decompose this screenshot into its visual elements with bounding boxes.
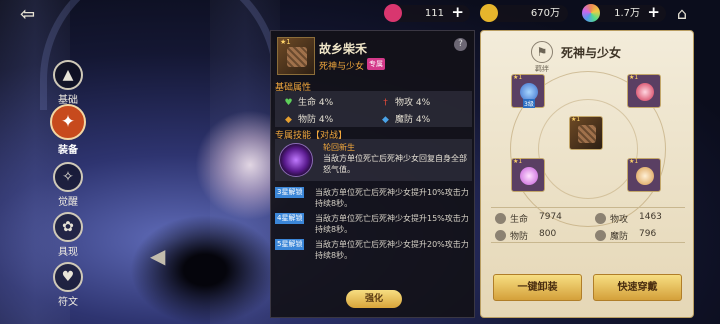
stat-patk: 物攻 1463 [595,212,662,225]
character-name: 死神与少女 [561,46,622,60]
shadow-figure [130,215,280,324]
hp-icon [495,213,506,224]
resource-crystal: 1.7万 + [582,4,666,22]
equip-slot-exclusive[interactable]: ★1 [569,116,603,150]
stat-mdef: 魔防 796 [595,229,656,242]
resource-gold: 670万 [480,4,568,22]
item-owner: 死神与少女 [319,62,365,72]
unlock-tag: 3星解锁 [275,187,305,198]
attr-pdef: ◆ 物防 4% [283,112,333,125]
stats-block: 生命 7974 物攻 1463 物防 800 魔防 796 [491,207,685,243]
heart-icon: ♥ [284,98,293,108]
attr-hp: ♥ 生命 4% [284,98,334,108]
star-icon: ★1 [629,158,639,165]
menu-awaken[interactable]: ✧ 觉醒 [42,162,94,210]
equip-slot-weapon[interactable]: ★1 3级 [511,74,545,108]
attr-patk: † 物攻 4% [380,95,430,108]
star-icon: ★1 [629,74,639,81]
skill-box: 轮回新生 当敌方单位死亡后死神少女回复自身全部怒气值。 [275,139,472,181]
equip-slot-boots[interactable]: ★1 [627,158,661,192]
unlock-tag: 4星解锁 [275,213,305,224]
star-icon: ★1 [571,116,581,123]
unlock-tag: 5星解锁 [275,239,305,250]
skill-description: 当敌方单位死亡后死神少女回复自身全部怒气值。 [323,154,467,174]
star-icon: ★1 [513,158,523,165]
help-icon[interactable]: ? [454,38,467,51]
firewood-icon [578,125,596,143]
star-icon: ★1 [513,74,523,81]
menu-manifest[interactable]: ✿ 具现 [42,212,94,260]
shield-icon: ◆ [285,115,292,125]
unlock-5star: 5星解锁 当敌方单位死亡后死神少女提升20%攻击力持续8秒。 [275,239,469,260]
add-crystal-button[interactable]: + [647,4,660,21]
item-thumbnail: ★1 [277,37,315,75]
awaken-icon: ✧ [53,162,83,192]
prev-character-arrow[interactable]: ◀ [150,244,165,268]
triangle-icon: ▲ [53,60,83,90]
star-icon: ★1 [280,38,291,46]
sword-icon: † [383,98,388,108]
equipment-panel: ⚑ 羁绊 死神与少女 ★1 3级 ★1 ★1 ★1 ★1 生命 7974 物攻 14… [480,30,694,318]
equip-slot-armor[interactable]: ★1 [627,74,661,108]
skill-icon [279,143,313,177]
crystal-icon [582,4,600,22]
menu-basic[interactable]: ▲ 基础 [42,60,94,108]
add-gem-button[interactable]: + [451,4,464,21]
rune-icon: ♥ [53,262,83,292]
skill-name: 轮回新生 [323,143,355,152]
basic-attr-box: ♥ 生命 4% † 物攻 4% ◆ 物防 4% ◆ 魔防 4% [275,91,472,127]
equipment-icon: ✦ [50,104,86,140]
item-name: 故乡柴禾 [319,42,368,56]
armor-icon [636,83,654,101]
menu-equipment[interactable]: ✦ 装备 [42,104,94,156]
attr-mdef: ◆ 魔防 4% [380,112,430,125]
boots-icon [636,167,654,185]
stat-hp: 生命 7974 [495,212,562,225]
magic-defense-icon [595,230,606,241]
unlock-4star: 4星解锁 当敌方单位死亡后死神少女提升15%攻击力持续8秒。 [275,213,469,234]
unequip-all-button[interactable]: 一键卸装 [493,274,582,301]
defense-icon [495,230,506,241]
unlock-3star: 3星解锁 当敌方单位死亡后死神少女提升10%攻击力持续8秒。 [275,187,469,208]
strengthen-button[interactable]: 强化 [346,290,402,308]
menu-rune[interactable]: ♥ 符文 [42,262,94,310]
attack-icon [595,213,606,224]
stat-pdef: 物防 800 [495,229,556,242]
back-button[interactable]: ⇦ [20,3,56,27]
equip-slot-ring[interactable]: ★1 [511,158,545,192]
item-detail-panel: ★1 故乡柴禾 死神与少女 专属 ? 基础属性 ♥ 生命 4% † 物攻 4% ◆ 物… [270,30,475,318]
magic-shield-icon: ◆ [382,115,389,125]
gem-icon [384,4,402,22]
quick-equip-button[interactable]: 快速穿戴 [593,274,682,301]
ring-icon [520,167,538,185]
manifest-icon: ✿ [53,212,83,242]
firewood-icon [287,47,307,67]
bond-emblem-icon[interactable]: ⚑ [531,41,553,63]
resource-gem: 111 + [384,4,470,22]
castle-icon[interactable]: ⌂ [670,3,694,25]
gold-coin-icon [480,4,498,22]
exclusive-badge: 专属 [367,58,385,70]
